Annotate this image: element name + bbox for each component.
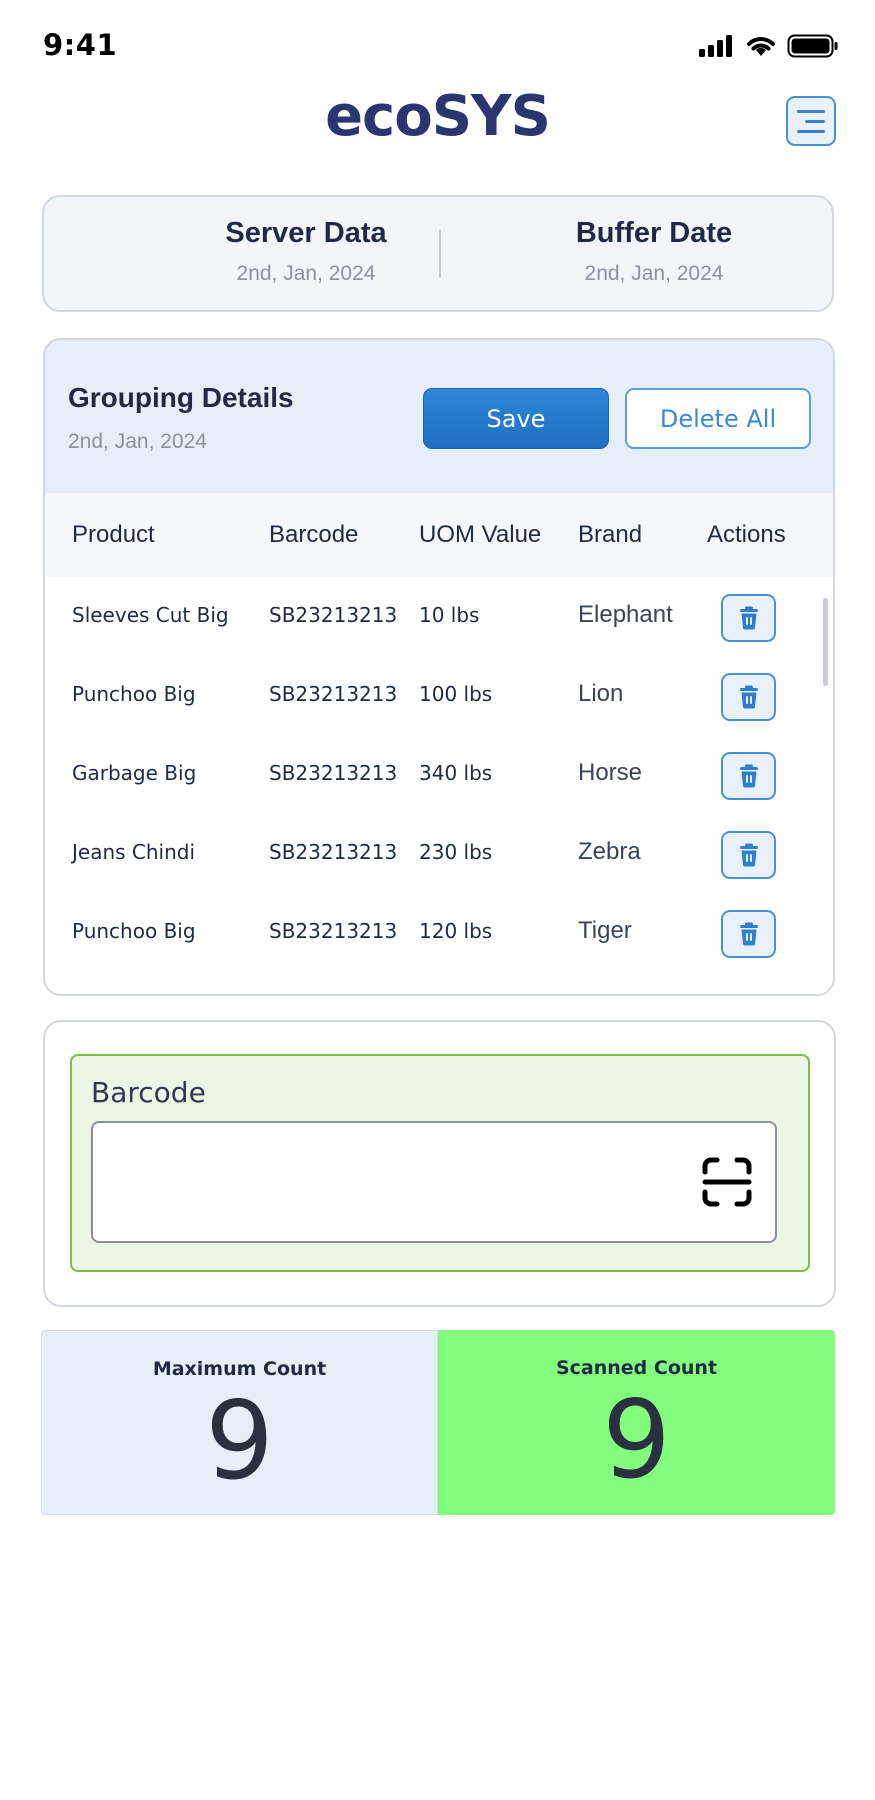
sync-divider bbox=[439, 230, 441, 278]
maximum-count-box: Maximum Count 9 bbox=[41, 1330, 438, 1515]
barcode-input[interactable] bbox=[91, 1121, 777, 1243]
delete-row-button[interactable] bbox=[721, 831, 776, 879]
menu-button[interactable] bbox=[786, 96, 836, 146]
grouping-title: Grouping Details bbox=[68, 382, 294, 413]
column-header-product: Product bbox=[72, 521, 155, 548]
cell-barcode: SB23213213 bbox=[269, 919, 398, 943]
cell-uom-value: 230 lbs bbox=[419, 840, 493, 864]
trash-icon bbox=[739, 685, 758, 709]
scan-icon[interactable] bbox=[701, 1156, 753, 1213]
menu-icon-line-1 bbox=[797, 109, 825, 113]
table-row: Sleeves Cut Big SB23213213 10 lbs Elepha… bbox=[45, 577, 833, 656]
maximum-count-label: Maximum Count bbox=[152, 1358, 327, 1380]
buffer-date-title: Buffer Date bbox=[575, 217, 733, 249]
maximum-count-value: 9 bbox=[205, 1379, 274, 1504]
server-data-date: 2nd, Jan, 2024 bbox=[236, 262, 376, 285]
barcode-field-group: Barcode bbox=[70, 1054, 810, 1272]
cell-brand: Lion bbox=[578, 680, 624, 707]
cell-product: Garbage Big bbox=[72, 761, 197, 785]
menu-icon-line-2 bbox=[805, 119, 825, 123]
status-bar: 9:41 bbox=[0, 0, 875, 92]
scanned-count-label: Scanned Count bbox=[555, 1357, 718, 1379]
app-title: ecoSYS bbox=[325, 84, 551, 149]
table-row: Jeans Chindi SB23213213 230 lbs Zebra bbox=[45, 814, 833, 893]
delete-row-button[interactable] bbox=[721, 752, 776, 800]
delete-all-button[interactable]: Delete All bbox=[625, 388, 811, 449]
table-header: Product Barcode UOM Value Brand Actions bbox=[45, 493, 833, 577]
table-row: Punchoo Big SB23213213 100 lbs Lion bbox=[45, 656, 833, 735]
scanned-count-box: Scanned Count 9 bbox=[438, 1330, 835, 1515]
table-row: Punchoo Big SB23213213 120 lbs Tiger bbox=[45, 893, 833, 972]
wifi-icon bbox=[745, 34, 777, 63]
battery-icon bbox=[787, 34, 839, 63]
cell-product: Punchoo Big bbox=[72, 682, 196, 706]
cell-brand: Zebra bbox=[578, 838, 641, 865]
save-button[interactable]: Save bbox=[423, 388, 609, 449]
trash-icon bbox=[739, 606, 758, 630]
table-row: Garbage Big SB23213213 340 lbs Horse bbox=[45, 735, 833, 814]
column-header-brand: Brand bbox=[578, 521, 643, 548]
status-icons bbox=[699, 34, 839, 63]
grouping-header: Grouping Details 2nd, Jan, 2024 Save Del… bbox=[45, 340, 833, 493]
cell-brand: Horse bbox=[578, 759, 643, 786]
cell-barcode: SB23213213 bbox=[269, 761, 398, 785]
cell-uom-value: 100 lbs bbox=[419, 682, 493, 706]
column-header-uom-value: UOM Value bbox=[419, 521, 542, 548]
grouping-details-card: Grouping Details 2nd, Jan, 2024 Save Del… bbox=[43, 338, 835, 996]
cell-brand: Tiger bbox=[578, 917, 632, 944]
server-data-title: Server Data bbox=[225, 217, 387, 249]
column-header-barcode: Barcode bbox=[269, 521, 359, 548]
barcode-card: Barcode bbox=[43, 1020, 836, 1307]
trash-icon bbox=[739, 922, 758, 946]
buffer-date-value: 2nd, Jan, 2024 bbox=[584, 262, 724, 285]
cell-product: Jeans Chindi bbox=[72, 840, 196, 864]
table-scrollbar[interactable] bbox=[823, 598, 828, 686]
menu-icon-line-3 bbox=[797, 129, 825, 133]
buffer-date-section: Buffer Date 2nd, Jan, 2024 bbox=[504, 217, 804, 286]
cell-uom-value: 120 lbs bbox=[419, 919, 493, 943]
cell-brand: Elephant bbox=[578, 601, 673, 628]
cell-barcode: SB23213213 bbox=[269, 603, 398, 627]
cell-barcode: SB23213213 bbox=[269, 682, 398, 706]
cell-uom-value: 10 lbs bbox=[419, 603, 480, 627]
trash-icon bbox=[739, 843, 758, 867]
cell-barcode: SB23213213 bbox=[269, 840, 398, 864]
delete-row-button[interactable] bbox=[721, 910, 776, 958]
sync-info-card: Server Data 2nd, Jan, 2024 Buffer Date 2… bbox=[42, 195, 834, 312]
cell-uom-value: 340 lbs bbox=[419, 761, 493, 785]
column-header-actions: Actions bbox=[707, 521, 786, 548]
barcode-label: Barcode bbox=[91, 1076, 206, 1109]
server-data-section: Server Data 2nd, Jan, 2024 bbox=[156, 217, 456, 286]
status-time: 9:41 bbox=[43, 28, 118, 62]
cell-product: Sleeves Cut Big bbox=[72, 603, 229, 627]
cell-product: Punchoo Big bbox=[72, 919, 196, 943]
delete-row-button[interactable] bbox=[721, 673, 776, 721]
trash-icon bbox=[739, 764, 758, 788]
grouping-date: 2nd, Jan, 2024 bbox=[68, 430, 207, 453]
delete-row-button[interactable] bbox=[721, 594, 776, 642]
scanned-count-value: 9 bbox=[602, 1378, 671, 1503]
signal-icon bbox=[699, 35, 735, 62]
